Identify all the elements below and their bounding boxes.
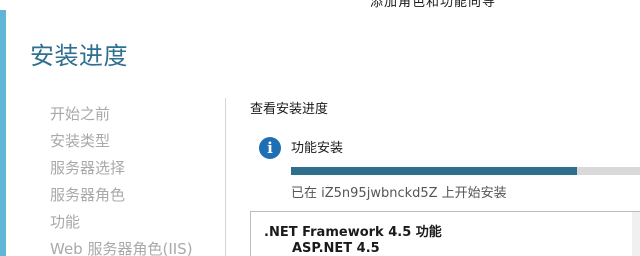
nav-item-web-server-role[interactable]: Web 服务器角色(IIS): [50, 236, 193, 256]
nav-divider: [225, 98, 226, 256]
nav-item-installation-type[interactable]: 安装类型: [50, 128, 193, 155]
progress-bar: [291, 167, 640, 175]
nav-item-server-selection[interactable]: 服务器选择: [50, 155, 193, 182]
nav-item-features[interactable]: 功能: [50, 209, 193, 236]
window-title: 添加角色和功能向导: [370, 0, 497, 10]
wizard-nav: 开始之前 安装类型 服务器选择 服务器角色 功能 Web 服务器角色(IIS): [50, 101, 193, 256]
info-icon: i: [259, 137, 281, 159]
nav-item-server-roles[interactable]: 服务器角色: [50, 182, 193, 209]
feature-item-net-framework: .NET Framework 4.5 功能: [264, 225, 442, 240]
section-heading: 查看安装进度: [250, 102, 329, 117]
wizard-window: 添加角色和功能向导 安装进度 开始之前 安装类型 服务器选择 服务器角色 功能 …: [0, 0, 640, 256]
feature-list: .NET Framework 4.5 功能 ASP.NET 4.5: [250, 211, 640, 256]
progress-bar-fill: [291, 167, 578, 175]
nav-item-before-you-begin[interactable]: 开始之前: [50, 101, 193, 128]
feature-item-aspnet: ASP.NET 4.5: [292, 241, 380, 256]
page-title: 安装进度: [30, 42, 128, 70]
status-title: 功能安装: [291, 141, 344, 156]
status-message: 已在 iZ5n95jwbnckd5Z 上开始安装: [291, 186, 507, 201]
feature-list-scrollbar[interactable]: [632, 212, 640, 256]
left-accent-stripe: [0, 10, 6, 256]
title-bar: 添加角色和功能向导: [0, 0, 640, 10]
